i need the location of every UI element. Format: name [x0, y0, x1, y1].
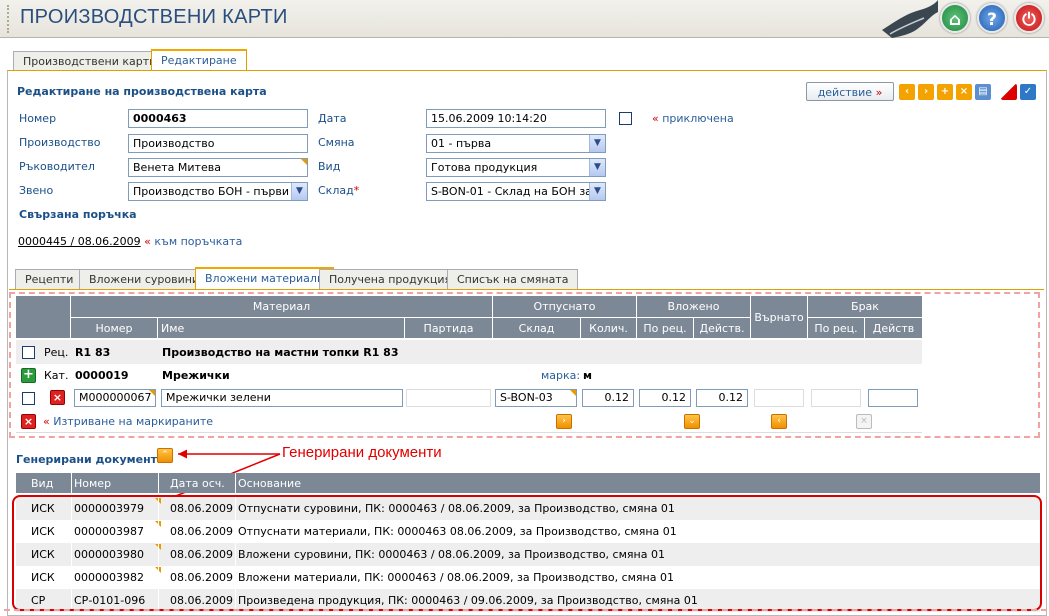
order-value[interactable]: 0000445 / 08.06.2009 — [18, 235, 141, 248]
order-row: 0000445 / 08.06.2009 « към поръчката — [18, 235, 243, 248]
chevron-down-icon: ▼ — [291, 183, 307, 200]
type-label: Вид — [318, 160, 341, 173]
tab-edit[interactable]: Редактиране — [151, 49, 247, 71]
manager-field[interactable]: Венета Митева — [128, 158, 308, 177]
header-released: Отпуснато — [493, 296, 637, 317]
header-scrap: Брак — [808, 296, 922, 317]
action-button[interactable]: действие » — [806, 82, 894, 101]
tab-recipes[interactable]: Рецепти — [15, 269, 84, 290]
header-scrap-recipe: По рец. — [808, 318, 865, 338]
production-label: Производство — [19, 136, 101, 149]
order-link[interactable]: към поръчката — [154, 235, 242, 248]
bird-logo-icon — [882, 0, 938, 38]
unit-label: Звено — [19, 184, 54, 197]
shift-select[interactable]: 01 - първа ▼ — [426, 134, 606, 153]
home-icon[interactable]: ⌂ — [940, 3, 970, 33]
docs-annotation: Генерирани документи — [282, 444, 442, 461]
header-returned: Върнато — [751, 296, 808, 338]
chevron-down-icon: ▼ — [589, 135, 605, 152]
header-warehouse: Склад — [493, 318, 581, 338]
confirm-icon[interactable]: ✓ — [1020, 84, 1036, 100]
date-field[interactable]: 15.06.2009 10:14:20 — [426, 109, 606, 128]
delete-icon[interactable] — [1001, 84, 1017, 100]
date-label: Дата — [318, 112, 347, 125]
docs-header-basis: Основание — [238, 477, 301, 490]
docs-header-type: Вид — [31, 477, 54, 490]
lookup-marker-icon — [301, 159, 307, 165]
app-header: ПРОИЗВОДСТВЕНИ КАРТИ ⌂ ? ⏻ — [0, 0, 1049, 38]
docs-header-date: Дата осч. — [170, 477, 225, 490]
action-label: действие — [817, 86, 873, 99]
tab-materials[interactable]: Вложени материали — [195, 267, 335, 290]
bottom-dashed-line — [4, 609, 1047, 611]
header-number: Номер — [71, 318, 158, 338]
chevron-down-icon: ▼ — [589, 183, 605, 200]
header-invested: Вложено — [637, 296, 751, 317]
print-icon[interactable]: ▤ — [975, 84, 991, 100]
finished-label: « приключена — [652, 112, 734, 125]
header-qty: Колич. — [581, 318, 637, 338]
action-arrow: » — [875, 86, 883, 99]
header-actual: Действ. — [694, 318, 751, 338]
number-label: Номер — [19, 112, 57, 125]
header-scrap-actual: Действ — [865, 318, 922, 338]
production-field[interactable]: Производство — [128, 134, 308, 153]
header-grip — [7, 5, 9, 33]
grid-body — [16, 340, 922, 433]
cancel-icon[interactable]: × — [956, 84, 972, 100]
order-section-title: Свързана поръчка — [19, 208, 137, 221]
grid-header-blank — [16, 296, 71, 338]
number-field[interactable]: 0000463 — [128, 109, 308, 128]
tab-products[interactable]: Получена продукция — [319, 269, 462, 290]
header-by-recipe: По рец. — [637, 318, 694, 338]
docs-header-number: Номер — [74, 477, 112, 490]
section-title: Редактиране на производствена карта — [17, 85, 267, 98]
shift-label: Смяна — [318, 136, 355, 149]
prev-icon[interactable]: ‹ — [899, 84, 915, 100]
chevron-down-icon: ▼ — [589, 159, 605, 176]
tab-production-cards[interactable]: Производствени карти — [13, 51, 167, 71]
power-icon[interactable]: ⏻ — [1014, 3, 1044, 33]
subtab-line — [9, 289, 1044, 290]
docs-highlight — [12, 495, 1042, 611]
tab-shift-list[interactable]: Списък на смяната — [447, 269, 579, 290]
add-icon[interactable]: + — [937, 84, 953, 100]
header-batch: Партида — [405, 318, 493, 338]
type-select[interactable]: Готова продукция ▼ — [426, 158, 606, 177]
warehouse-select[interactable]: S-BON-01 - Склад на БОН за пр ▼ — [426, 182, 606, 201]
help-icon[interactable]: ? — [977, 3, 1007, 33]
finished-checkbox[interactable] — [619, 112, 632, 125]
header-name: Име — [158, 318, 405, 338]
warehouse-label: Склад* — [318, 184, 360, 197]
unit-select[interactable]: Производство БОН - първи цех ▼ — [128, 182, 308, 201]
next-icon[interactable]: › — [918, 84, 934, 100]
page-title: ПРОИЗВОДСТВЕНИ КАРТИ — [20, 6, 288, 28]
manager-label: Ръководител — [19, 160, 95, 173]
header-material: Материал — [71, 296, 493, 317]
tab-raw-materials[interactable]: Вложени суровини — [79, 269, 210, 290]
